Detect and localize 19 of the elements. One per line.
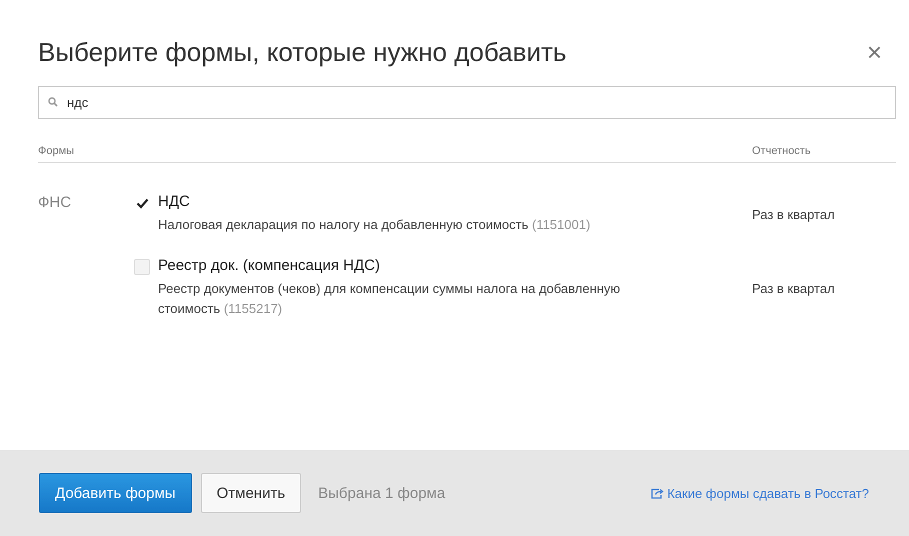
form-name: НДС — [158, 193, 191, 210]
column-header: Формы — [38, 145, 76, 157]
cancel-button[interactable]: Отменить — [200, 473, 302, 513]
form-description: Реестр документов (чеков) для компенсации суммы налога на добавленную стоимость (1155217) — [158, 280, 622, 318]
close-button[interactable]: × — [866, 39, 896, 65]
help-link[interactable]: Какие формы сдавать в Росстат? — [651, 486, 869, 500]
form-name: Реестр док. (компенсация НДС) — [158, 257, 381, 274]
search-field[interactable]: ндс — [38, 86, 896, 119]
frequency-text: Раз в квартал — [752, 206, 836, 222]
form-description: Налоговая декларация по налогу на добавленную стоимость (1151001) — [158, 216, 592, 234]
group-label: ФНС — [38, 193, 72, 213]
selection-status: Выбрана 1 форма — [318, 484, 446, 502]
add-forms-button[interactable]: Добавить формы — [39, 473, 192, 513]
frequency-text: Раз в квартал — [752, 280, 836, 296]
search-icon — [48, 97, 58, 107]
dialog-title: Выберите формы, которые нужно добавить — [38, 36, 566, 68]
checkbox[interactable] — [134, 259, 150, 275]
column-header: Отчетность — [752, 145, 812, 157]
external-link-icon — [651, 488, 664, 498]
